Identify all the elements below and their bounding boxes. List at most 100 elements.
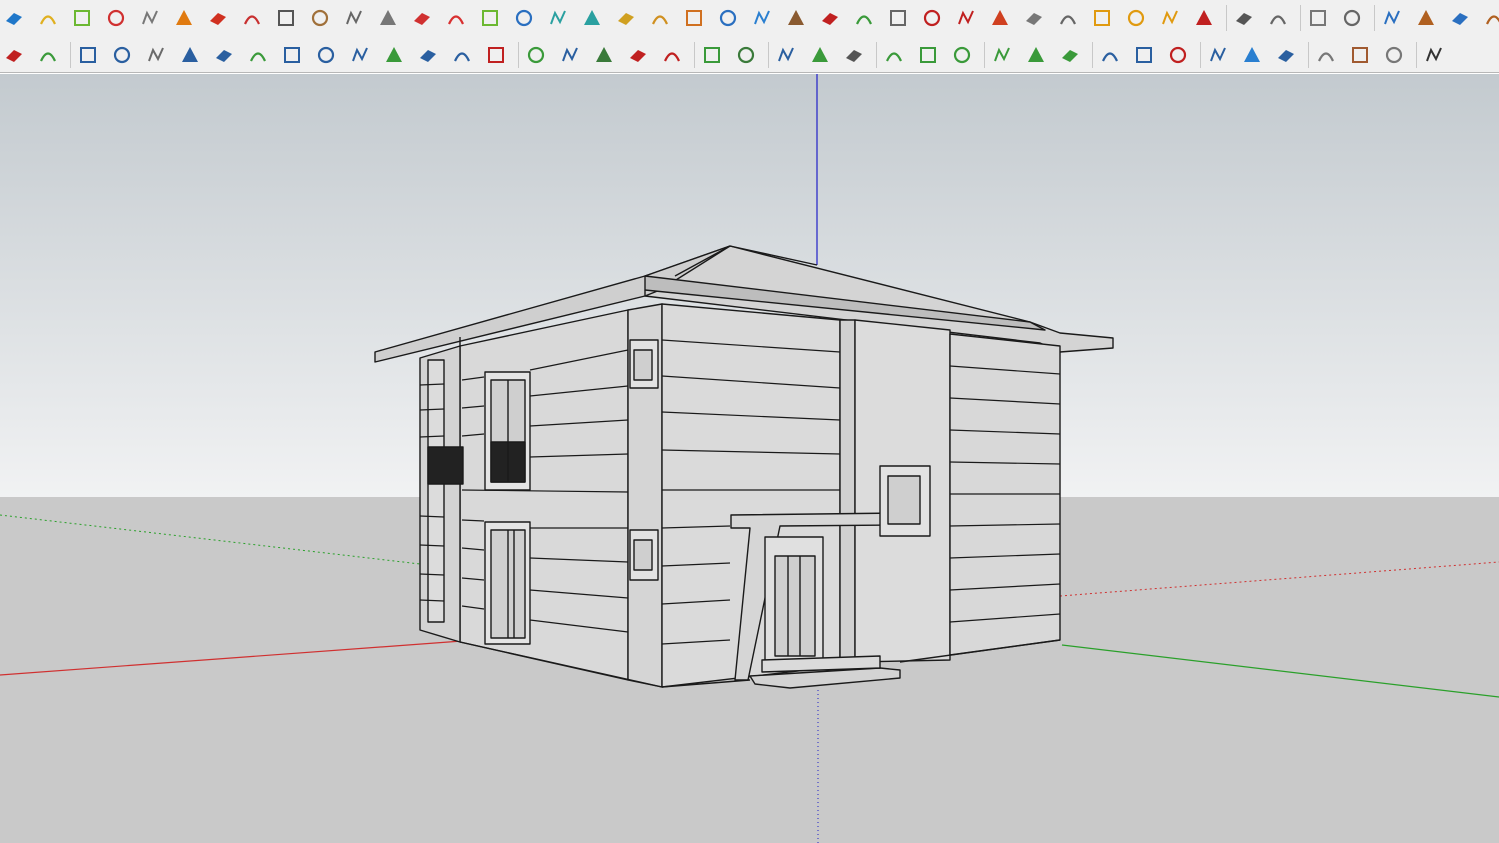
loop-button[interactable] xyxy=(646,4,674,32)
select-cursor-button[interactable] xyxy=(772,41,800,69)
explode-button[interactable] xyxy=(1190,4,1218,32)
orange-grid-button[interactable] xyxy=(1088,4,1116,32)
lasso-button[interactable] xyxy=(0,41,28,69)
curve-points-button[interactable] xyxy=(408,4,436,32)
line-segment-add-button[interactable] xyxy=(1022,41,1050,69)
scene-canvas[interactable] xyxy=(0,74,1499,843)
freehand-3-button[interactable] xyxy=(176,41,204,69)
pipe-button[interactable] xyxy=(340,4,368,32)
pencil-button[interactable] xyxy=(1304,4,1332,32)
line-segment-button[interactable] xyxy=(988,41,1016,69)
circle-button[interactable] xyxy=(624,41,652,69)
red-arrow-box-2-button[interactable] xyxy=(952,4,980,32)
frame-button[interactable] xyxy=(1054,4,1082,32)
hook-icon xyxy=(420,50,436,62)
sandbox-button[interactable] xyxy=(34,41,62,69)
roof-tile-button[interactable] xyxy=(1312,41,1340,69)
wrench-button[interactable] xyxy=(590,41,618,69)
grid-box-button[interactable] xyxy=(1020,4,1048,32)
paint-roller-button[interactable] xyxy=(1378,4,1406,32)
scale-down-button[interactable] xyxy=(840,41,868,69)
panel-grid-button[interactable] xyxy=(1130,41,1158,69)
panel-cross-button[interactable] xyxy=(1096,41,1124,69)
polygon-button[interactable] xyxy=(556,41,584,69)
green-solid-button[interactable] xyxy=(68,4,96,32)
follow-me-button[interactable] xyxy=(170,4,198,32)
loop-icon xyxy=(652,15,668,25)
pie-icon xyxy=(664,52,680,62)
line-button[interactable] xyxy=(522,41,550,69)
main-toolbar xyxy=(0,0,1499,37)
blue-solid-button[interactable] xyxy=(0,4,28,32)
rectangle-button[interactable] xyxy=(278,41,306,69)
spiral-button[interactable] xyxy=(312,41,340,69)
window-grid-2-button[interactable] xyxy=(1238,41,1266,69)
blue-x-button[interactable] xyxy=(510,4,538,32)
red-cross-icon xyxy=(448,15,464,25)
triangle-button[interactable] xyxy=(612,4,640,32)
checker-button[interactable] xyxy=(1420,41,1448,69)
toolbar-separator xyxy=(694,42,695,68)
material-button[interactable] xyxy=(1446,4,1474,32)
window-cross-button[interactable] xyxy=(1272,41,1300,69)
bezier-button[interactable] xyxy=(210,41,238,69)
align-lines-remove-button[interactable] xyxy=(948,41,976,69)
loop-cut-button[interactable] xyxy=(680,4,708,32)
yellow-solid-button[interactable] xyxy=(34,4,62,32)
red-diamond-button[interactable] xyxy=(986,4,1014,32)
paint-bucket-button[interactable] xyxy=(1412,4,1440,32)
zigzag-button[interactable] xyxy=(380,41,408,69)
undo-button[interactable] xyxy=(816,4,844,32)
red-cross-button[interactable] xyxy=(442,4,470,32)
freehand-2-button[interactable] xyxy=(142,41,170,69)
house-terrain-button[interactable] xyxy=(732,41,760,69)
arc-2-button[interactable] xyxy=(346,41,374,69)
model-viewport[interactable] xyxy=(0,74,1499,843)
align-lines-button[interactable] xyxy=(880,41,908,69)
arrow-box-button[interactable] xyxy=(884,4,912,32)
wireframe-solid-button[interactable] xyxy=(136,4,164,32)
green-shape-button[interactable] xyxy=(850,4,878,32)
section-plane-button[interactable] xyxy=(238,4,266,32)
arc-button[interactable] xyxy=(244,41,272,69)
orange-grid-3-button[interactable] xyxy=(1156,4,1184,32)
panel-grid-red-button[interactable] xyxy=(1164,41,1192,69)
stairs-button[interactable] xyxy=(374,4,402,32)
grid-nodes-icon xyxy=(1270,15,1286,25)
wood-box-icon xyxy=(311,9,329,27)
line-segment-remove-icon xyxy=(1062,50,1078,62)
arc-curve-button[interactable] xyxy=(74,41,102,69)
green-cross-button[interactable] xyxy=(476,4,504,32)
orange-grid-2-button[interactable] xyxy=(1122,4,1150,32)
grid-nodes-button[interactable] xyxy=(1264,4,1292,32)
cone-drop-button[interactable] xyxy=(578,4,606,32)
flag-button[interactable] xyxy=(272,4,300,32)
material-2-button[interactable] xyxy=(1480,4,1499,32)
arc-curve-icon xyxy=(80,47,96,63)
follow-me-icon xyxy=(176,10,192,25)
dome-button[interactable] xyxy=(1380,41,1408,69)
freehand-button[interactable] xyxy=(108,41,136,69)
red-diamond-icon xyxy=(992,10,1008,25)
red-solid-button[interactable] xyxy=(102,4,130,32)
red-arrow-box-button[interactable] xyxy=(918,4,946,32)
wood-box-button[interactable] xyxy=(306,4,334,32)
terrain-button[interactable] xyxy=(698,41,726,69)
box-extrude-button[interactable] xyxy=(782,4,810,32)
align-lines-add-button[interactable] xyxy=(914,41,942,69)
roof-tile-2-button[interactable] xyxy=(1346,41,1374,69)
rotate-loop-button[interactable] xyxy=(714,4,742,32)
red-box-button[interactable] xyxy=(204,4,232,32)
cone-button[interactable] xyxy=(544,4,572,32)
move-arrows-button[interactable] xyxy=(748,4,776,32)
hook-button[interactable] xyxy=(414,41,442,69)
arc-3-button[interactable] xyxy=(448,41,476,69)
scale-up-button[interactable] xyxy=(806,41,834,69)
pie-button[interactable] xyxy=(658,41,686,69)
dimension-button[interactable] xyxy=(1338,4,1366,32)
window-grid-button[interactable] xyxy=(1204,41,1232,69)
dotted-curve-button[interactable] xyxy=(1230,4,1258,32)
line-segment-remove-button[interactable] xyxy=(1056,41,1084,69)
align-lines-icon xyxy=(886,52,902,62)
arc-4-button[interactable] xyxy=(482,41,510,69)
